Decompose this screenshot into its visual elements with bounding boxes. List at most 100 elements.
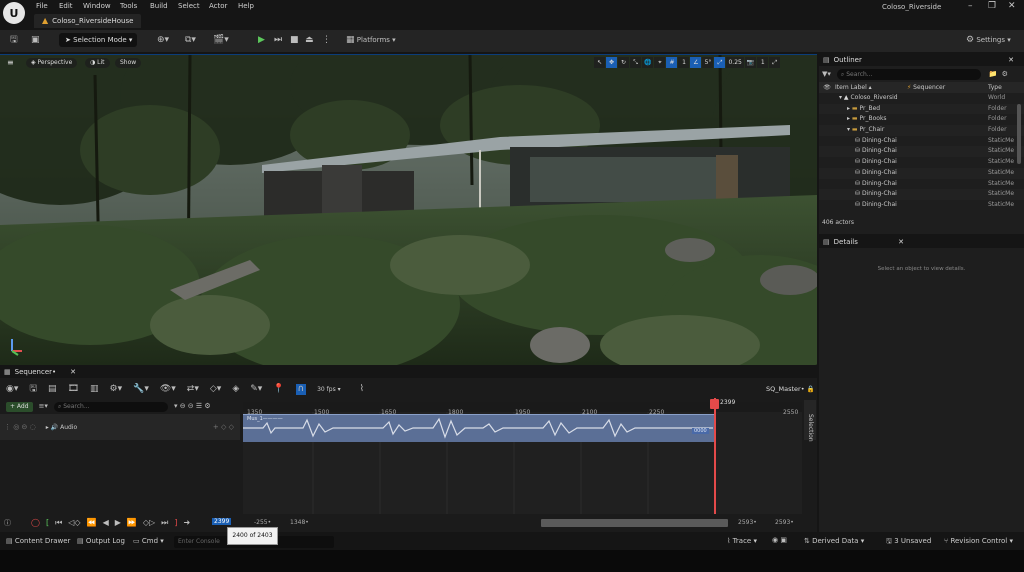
playhead-line[interactable] [714,398,716,514]
content-browser-icon[interactable]: ▣ [31,34,40,47]
menu-help[interactable]: Help [238,2,254,10]
autokey-icon[interactable]: ◈ [232,384,239,394]
info-icon[interactable]: ⓘ [4,519,11,527]
playback-start-frame[interactable]: 1348• [290,519,309,526]
outliner-row[interactable]: ▾ ▲ Coloso_Riversid World [819,93,1024,104]
next-key-icon[interactable]: ◇▷ [143,519,155,527]
record-icon[interactable]: ◯ [31,519,40,527]
details-tab[interactable]: ▤ Details ✕ [819,236,1024,248]
selection-mode-dropdown[interactable]: ➤ Selection Mode ▾ [59,33,137,47]
camera-speed-value[interactable]: 1 [757,57,769,68]
current-frame-input[interactable]: 2399 [212,518,232,525]
sequencer-settings-icon[interactable]: ⚙▾ [110,384,123,394]
world-settings-icon[interactable]: ◉▾ [6,384,18,394]
render-movie-icon[interactable]: 🎞 [68,384,79,394]
world-space-icon[interactable]: 🌐 [642,57,654,68]
selection-side-tab[interactable]: Selection [804,400,816,442]
track-search-input[interactable]: ⌕ Search... [53,401,168,412]
menu-tools[interactable]: Tools [120,2,137,10]
derived-data-button[interactable]: ⇅ Derived Data ▾ [804,537,864,545]
eject-icon[interactable]: ⏏ [305,34,314,47]
camera-speed-icon[interactable]: 📷 [744,57,757,68]
cinematics-icon[interactable]: 🎬▾ [213,34,229,47]
menu-build[interactable]: Build [150,2,168,10]
hamburger-menu-icon[interactable]: ≡ [7,58,14,67]
add-actor-icon[interactable]: ⊕▾ [157,34,169,47]
column-type[interactable]: Type [988,84,1002,91]
fps-dropdown[interactable]: 30 fps ▾ [317,386,341,393]
loop-icon[interactable]: ➜ [183,519,190,527]
prev-key-icon[interactable]: ◁◇ [68,519,80,527]
reverse-icon[interactable]: ◀ [103,519,109,527]
track-filter-icon[interactable]: ≡▾ [39,403,48,410]
curve-editor-icon[interactable]: ⌇ [360,384,364,394]
audio-track-row[interactable]: ⋮ ◎ ⊝ ◌ ▸ 🔊 Audio + ◇ ◇ [0,414,240,440]
outliner-tab[interactable]: ▤ Outliner ✕ [819,54,1024,66]
timeline-range-scrollbar[interactable] [541,519,728,527]
blueprint-icon[interactable]: ⧉▾ [185,34,196,47]
settings-button[interactable]: ⚙ Settings ▾ [966,34,1011,47]
revision-control-button[interactable]: ⑂ Revision Control ▾ [944,537,1013,545]
play-forward-icon[interactable]: ▶ [115,519,121,527]
save-icon[interactable]: 🖫 [10,34,18,47]
jump-start-icon[interactable]: ⏮ [55,519,62,527]
maximize-icon[interactable]: ❐ [988,1,996,11]
outliner-row[interactable]: ⛁ Dining-Chai StaticMe [819,146,1024,158]
perspective-button[interactable]: ◈ Perspective [26,58,78,68]
outliner-search-input[interactable]: ⌕ Search... [836,68,981,80]
sequencer-close-icon[interactable]: ✕ [70,366,76,378]
surface-snap-icon[interactable]: ⌖ [654,57,666,68]
playback-end-frame[interactable]: 2593• [738,519,757,526]
maximize-viewport-icon[interactable]: ⤢ [769,57,781,68]
show-button[interactable]: Show [115,58,142,68]
outliner-row[interactable]: ⛁ Dining-Chai StaticMe [819,167,1024,179]
trace-button[interactable]: ⌇ Trace ▾ [727,537,757,545]
find-asset-icon[interactable]: ▤ [48,384,57,394]
menu-actor[interactable]: Actor [209,2,227,10]
outliner-row[interactable]: ⛁ Dining-Chai StaticMe [819,199,1024,211]
sequence-name[interactable]: SQ_Master• 🔒 [766,385,815,393]
outliner-row[interactable]: ▾ ▬ Pr_Chair Folder [819,125,1024,136]
content-drawer-button[interactable]: ▤ Content Drawer [6,537,70,545]
minimize-icon[interactable]: – [968,1,973,11]
level-viewport[interactable] [0,54,817,365]
sequencer-tab[interactable]: ▦ Sequencer• ✕ [0,366,817,378]
audio-clip[interactable] [243,414,716,442]
rotation-snap-value[interactable]: 5° [702,57,714,68]
details-close-icon[interactable]: ✕ [898,236,904,248]
outliner-settings-icon[interactable]: ⚙ [1002,70,1008,78]
rotate-tool-icon[interactable]: ↻ [618,57,629,68]
prev-frame-icon[interactable]: ⏪ [87,519,97,527]
step-icon[interactable]: ⏭ [274,34,282,47]
platforms-button[interactable]: ▦ Platforms ▾ [346,34,396,47]
view-end-frame[interactable]: 2593• [775,519,794,526]
track-state-icons[interactable]: ⋮ ◎ ⊝ ◌ [4,423,36,431]
playhead-handle[interactable] [710,399,719,409]
outliner-close-icon[interactable]: ✕ [1008,54,1014,66]
jump-end-icon[interactable]: ⏭ [161,519,168,527]
playback-options-icon[interactable]: ⇄▾ [187,384,199,394]
tools-icon[interactable]: 🔧▾ [133,384,149,394]
outliner-row[interactable]: ⛁ Dining-Chai StaticMe [819,189,1024,200]
column-sequencer[interactable]: ⚡ Sequencer [907,84,988,91]
outliner-row[interactable]: ⛁ Dining-Chai StaticMe [819,178,1024,190]
camera-cut-icon[interactable]: ▥ [90,384,99,394]
menu-select[interactable]: Select [178,2,200,10]
stop-icon[interactable]: ■ [290,34,299,47]
play-icon[interactable]: ▶ [258,34,265,47]
sequencer-save-icon[interactable]: 🖫 [29,384,37,394]
lit-button[interactable]: ◑ Lit [85,58,110,68]
scale-snap-icon[interactable]: ⤢ [714,57,726,68]
close-icon[interactable]: ✕ [1008,1,1016,11]
visibility-icon[interactable]: 👁 [819,84,835,91]
unreal-logo-icon[interactable]: U [3,2,25,24]
menu-file[interactable]: File [36,2,48,10]
scale-snap-value[interactable]: 0.25 [726,57,744,68]
menu-window[interactable]: Window [83,2,111,10]
view-options-icon[interactable]: 👁▾ [160,384,176,394]
outliner-row[interactable]: ▸ ▬ Pr_Books Folder [819,114,1024,126]
add-track-button[interactable]: + Add [6,401,33,412]
outliner-scrollbar[interactable] [1017,104,1021,164]
snap-location-icon[interactable]: 📍 [273,384,284,394]
track-key-nav-icons[interactable]: + ◇ ◇ [213,423,234,431]
